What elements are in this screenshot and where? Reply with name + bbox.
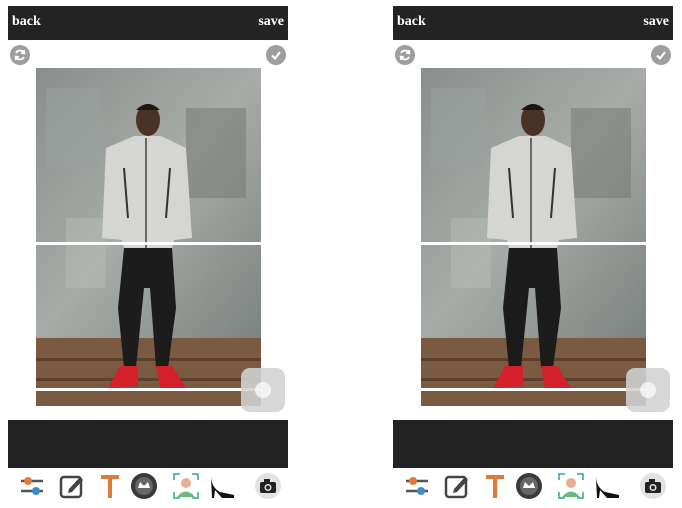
edit-icon[interactable] — [58, 472, 86, 500]
floating-action-button[interactable] — [626, 368, 670, 412]
check-icon[interactable] — [266, 45, 286, 65]
camera-icon[interactable] — [639, 472, 667, 500]
adjust-icon[interactable] — [403, 472, 431, 500]
bottom-bar — [8, 420, 288, 468]
top-bar: back save — [8, 6, 288, 40]
heel-icon[interactable] — [593, 472, 621, 500]
back-button[interactable]: back — [12, 14, 41, 30]
floating-action-button[interactable] — [241, 368, 285, 412]
back-button[interactable]: back — [397, 14, 426, 30]
text-icon[interactable] — [96, 472, 124, 500]
rotate-icon[interactable] — [395, 45, 415, 65]
editor-panel-left: back save — [8, 6, 288, 502]
save-button[interactable]: save — [643, 14, 669, 30]
badge-icon[interactable] — [515, 472, 543, 500]
adjust-icon[interactable] — [18, 472, 46, 500]
text-icon[interactable] — [481, 472, 509, 500]
top-bar: back save — [393, 6, 673, 40]
editor-panel-right: back save — [393, 6, 673, 502]
heel-icon[interactable] — [208, 472, 236, 500]
face-frame-icon[interactable] — [557, 472, 585, 500]
face-frame-icon[interactable] — [172, 472, 200, 500]
check-icon[interactable] — [651, 45, 671, 65]
badge-icon[interactable] — [130, 472, 158, 500]
save-button[interactable]: save — [258, 14, 284, 30]
tool-bar — [393, 470, 673, 502]
tool-bar — [8, 470, 288, 502]
camera-icon[interactable] — [254, 472, 282, 500]
photo-canvas[interactable] — [421, 68, 646, 406]
rotate-icon[interactable] — [10, 45, 30, 65]
edit-icon[interactable] — [443, 472, 471, 500]
photo-canvas[interactable] — [36, 68, 261, 406]
bottom-bar — [393, 420, 673, 468]
